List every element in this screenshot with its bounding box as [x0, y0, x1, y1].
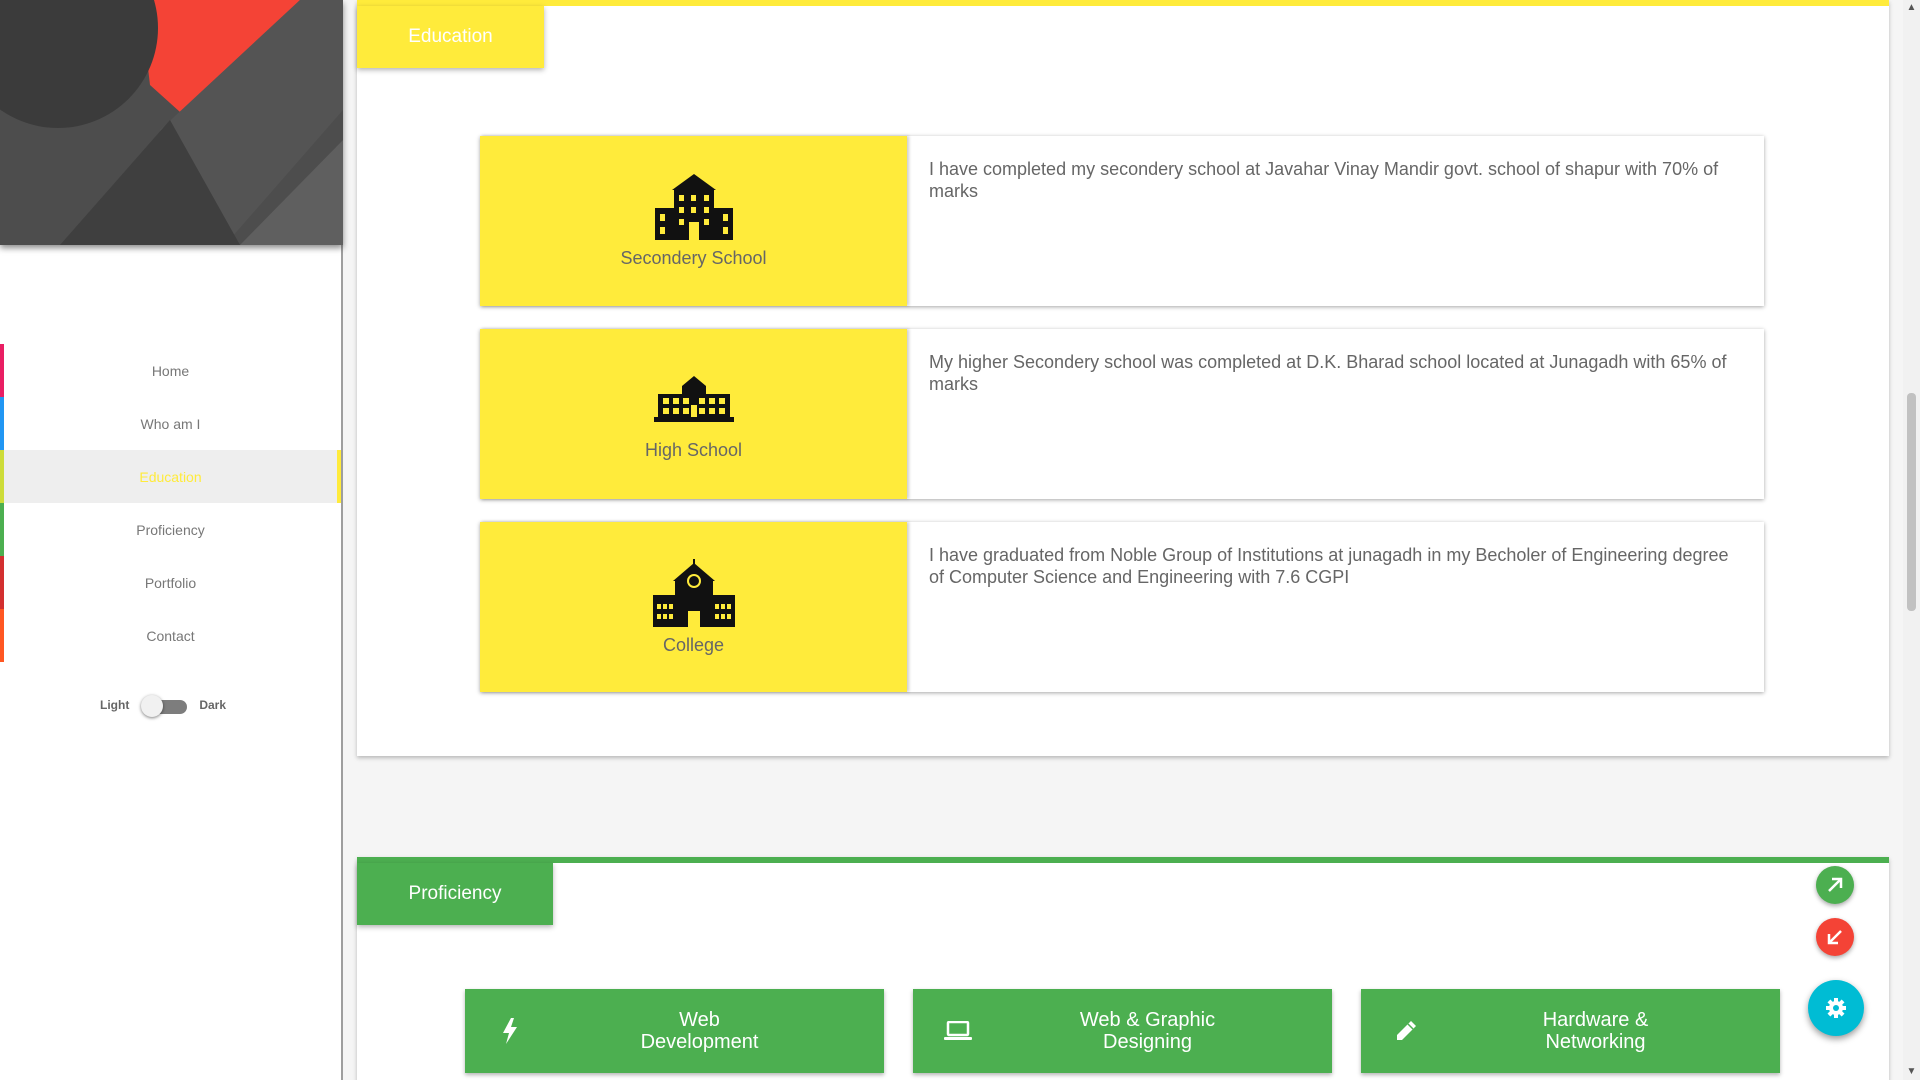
nav-item-contact[interactable]: Contact [0, 609, 341, 662]
nav-item-proficiency[interactable]: Proficiency [0, 503, 341, 556]
scrollbar-thumb[interactable] [1907, 393, 1916, 611]
header-banner [0, 0, 343, 245]
skill-card-web-graphic-designing[interactable]: Web & Graphic Designing [913, 989, 1332, 1073]
nav-label: Portfolio [144, 574, 197, 591]
nav-color-stripe [0, 556, 4, 609]
skill-card-web-development[interactable]: Web Development [465, 989, 884, 1073]
skill-label-line2: Designing [1103, 1031, 1192, 1053]
high-school-building-icon [653, 375, 734, 422]
arrow-up-right-icon [1828, 877, 1843, 892]
education-card-header: High School [480, 329, 907, 499]
nav-label: Who am I [140, 415, 201, 432]
sidebar: Home Who am I Education Proficiency Port… [0, 0, 343, 1080]
active-indicator [337, 450, 341, 503]
pencil-icon [1361, 1019, 1451, 1043]
skill-label-line1: Web & Graphic [1079, 1009, 1216, 1031]
education-card-header: College [480, 522, 907, 692]
nav-label: Contact [146, 627, 195, 644]
education-card-college: College I have graduated from Noble Grou… [480, 522, 1764, 692]
scroll-up-arrow-icon[interactable]: ▲ [1906, 2, 1917, 13]
skill-label-line2: Development [640, 1031, 759, 1053]
skill-label-line2: Networking [1545, 1031, 1646, 1053]
nav-color-stripe [0, 609, 4, 662]
skill-label-line1: Hardware & [1542, 1009, 1649, 1031]
education-section: Education Secondery School I have comple… [357, 0, 1889, 756]
education-card-description: I have completed my secondery school at … [929, 159, 1719, 201]
education-card-header: Secondery School [480, 136, 907, 306]
skill-card-label: Web Development [555, 1009, 884, 1053]
nav-item-portfolio[interactable]: Portfolio [0, 556, 341, 609]
nav-label: Home [151, 362, 190, 379]
nav-item-who-am-i[interactable]: Who am I [0, 397, 341, 450]
theme-light-label: Light [100, 698, 130, 712]
laptop-icon [913, 1021, 1003, 1041]
education-card-description: I have graduated from Noble Group of Ins… [929, 545, 1729, 587]
arrow-down-left-icon [1827, 930, 1842, 945]
lightning-icon [465, 1018, 555, 1044]
education-card-high-school: High School My higher Secondery school w… [480, 329, 1764, 499]
nav-color-stripe [0, 503, 4, 556]
nav-color-stripe [0, 397, 4, 450]
nav-label: Proficiency [136, 521, 205, 538]
settings-button[interactable] [1808, 980, 1864, 1036]
gear-icon [1826, 998, 1846, 1018]
nav-color-stripe [0, 344, 4, 397]
nav-color-stripe [0, 450, 4, 503]
college-building-icon [652, 558, 735, 627]
banner-graphic [0, 0, 343, 245]
skill-card-label: Hardware & Networking [1451, 1009, 1780, 1053]
page-scrollbar[interactable]: ▲ ▼ [1903, 0, 1920, 1080]
skill-card-label: Web & Graphic Designing [1003, 1009, 1332, 1053]
skill-card-hardware-networking[interactable]: Hardware & Networking [1361, 989, 1780, 1073]
scroll-down-arrow-icon[interactable]: ▼ [1906, 1066, 1917, 1077]
education-card-description: My higher Secondery school was completed… [929, 352, 1727, 394]
scroll-up-button[interactable] [1816, 866, 1854, 904]
nav-label: Education [139, 468, 202, 485]
theme-switch[interactable] [141, 695, 188, 717]
theme-toggle: Light Dark [100, 695, 227, 717]
education-card-label: High School [644, 439, 743, 460]
education-card-label: Secondery School [620, 247, 767, 268]
proficiency-section-title: Proficiency [357, 863, 553, 925]
theme-dark-label: Dark [199, 698, 227, 712]
education-section-title: Education [357, 6, 544, 68]
school-building-icon [654, 173, 733, 240]
education-card-secondary: Secondery School I have completed my sec… [480, 136, 1764, 306]
scroll-down-button[interactable] [1816, 918, 1854, 956]
education-card-label: College [662, 634, 725, 655]
nav-item-home[interactable]: Home [0, 344, 341, 397]
skill-label-line1: Web [679, 1009, 720, 1031]
main-nav: Home Who am I Education Proficiency Port… [0, 344, 341, 662]
proficiency-section: Proficiency Web Development Web & Graphi… [357, 857, 1889, 1080]
nav-item-education[interactable]: Education [0, 450, 341, 503]
